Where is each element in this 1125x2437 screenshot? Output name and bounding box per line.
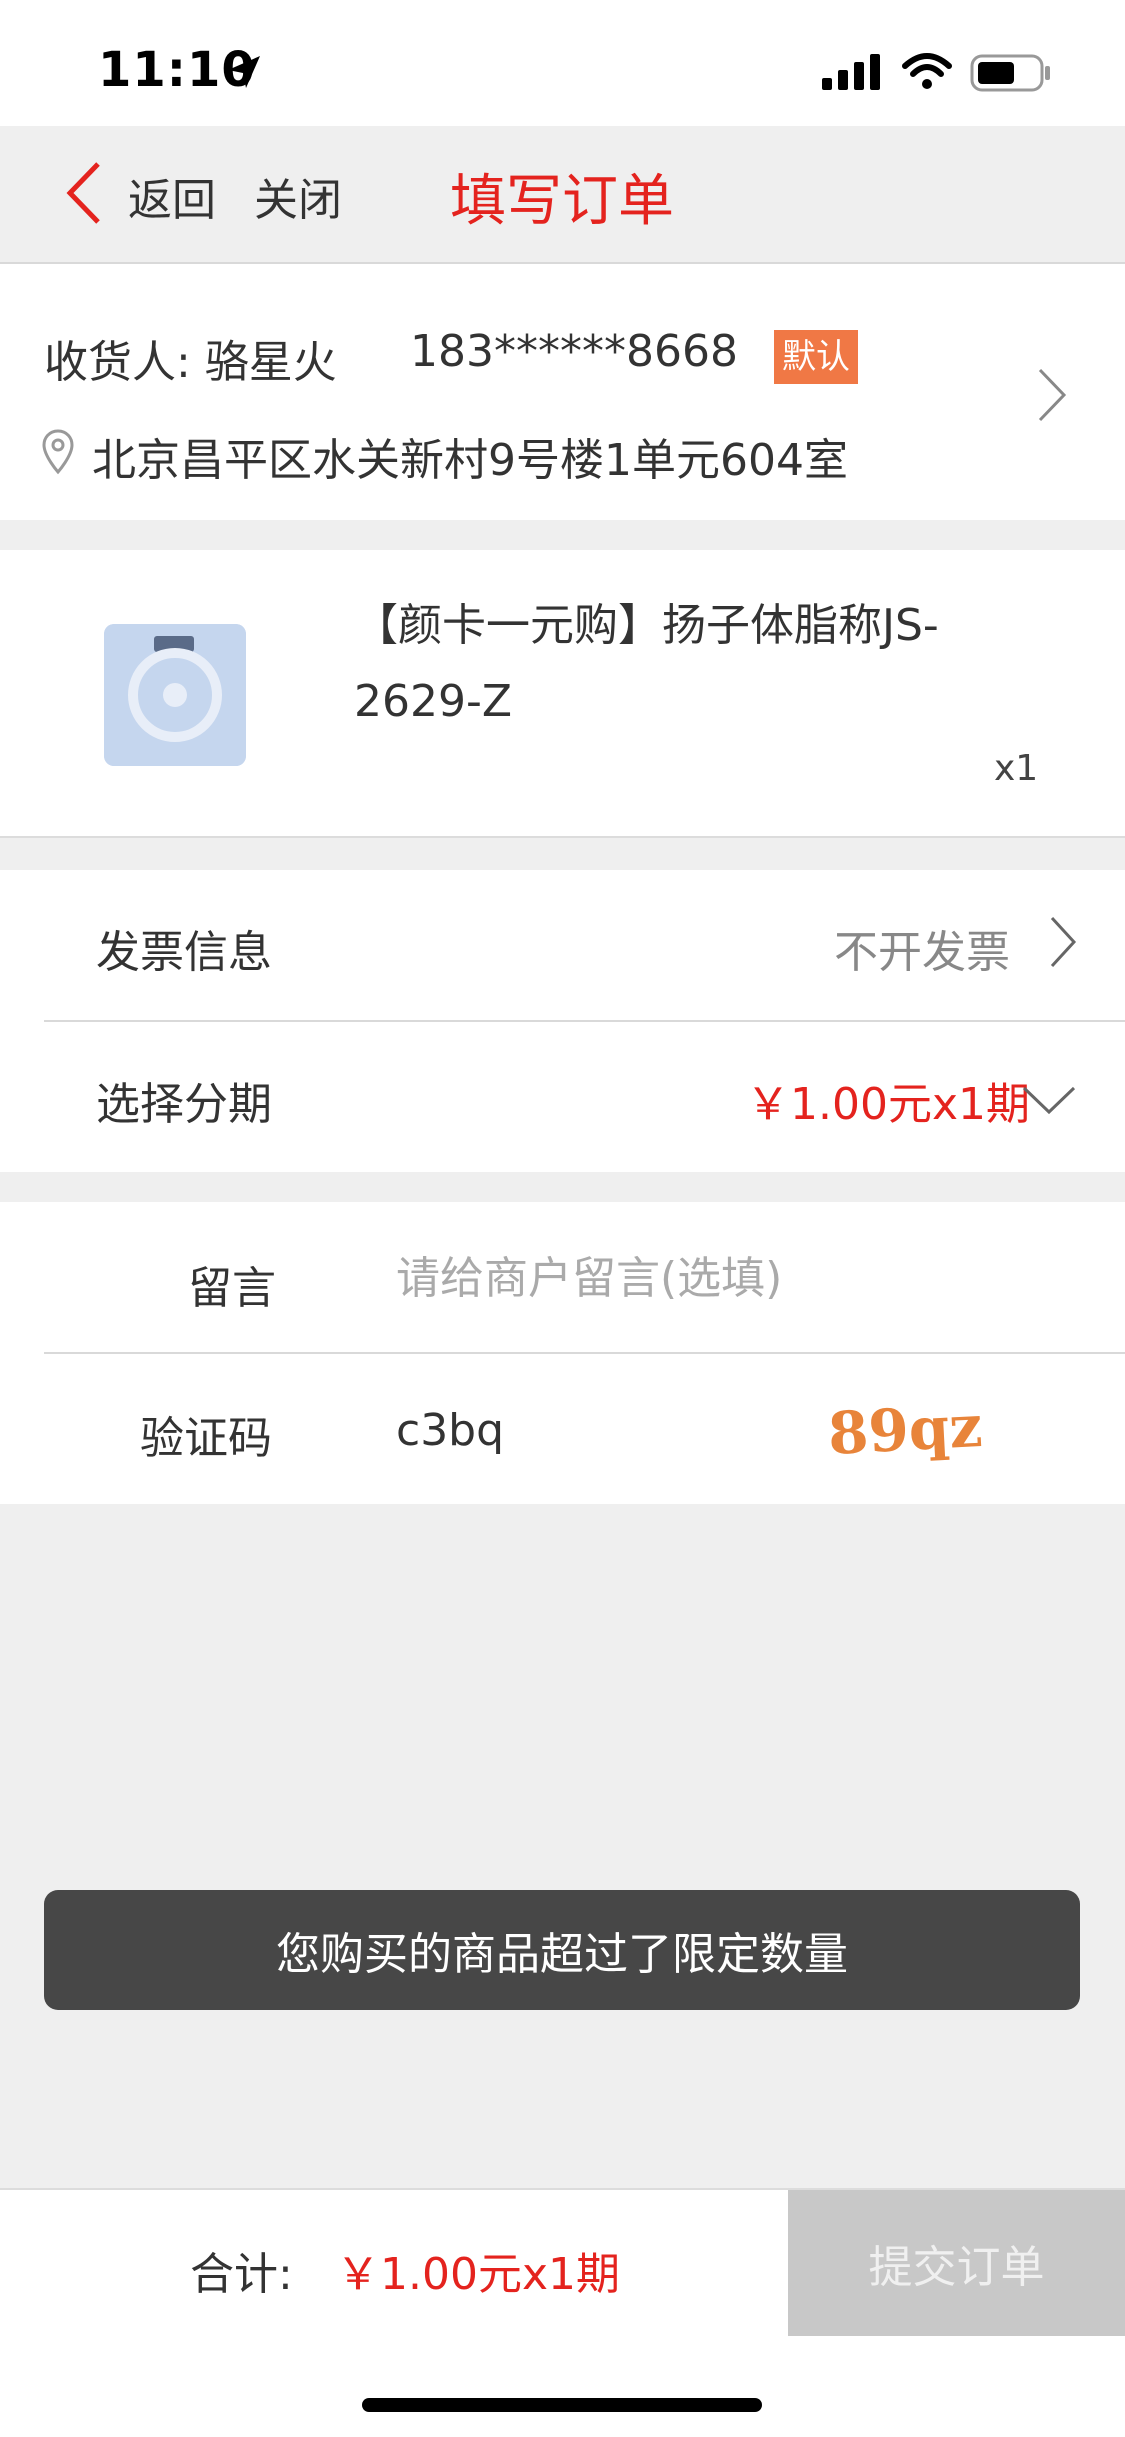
location-arrow-icon	[228, 56, 260, 88]
message-label: 留言	[188, 1263, 276, 1314]
receiver-phone: 183******8668	[410, 326, 738, 377]
divider	[44, 1352, 1125, 1354]
chevron-left-icon[interactable]	[64, 160, 104, 226]
installment-value[interactable]: ￥1.00元x1期	[746, 1068, 1030, 1132]
chevron-right-icon[interactable]	[1048, 914, 1078, 970]
receiver-name: 收货人: 骆星火	[44, 337, 337, 388]
close-button[interactable]: 关闭	[254, 164, 342, 228]
product-quantity: x1	[994, 748, 1039, 789]
message-input[interactable]	[396, 1246, 1076, 1310]
captcha-image[interactable]: 89qz	[820, 1382, 990, 1478]
installment-label: 选择分期	[96, 1079, 272, 1130]
signal-icon	[822, 54, 880, 90]
page-title: 填写订单	[450, 169, 674, 234]
location-pin-icon	[42, 429, 74, 475]
battery-icon	[970, 54, 1050, 92]
product-name: 【颜卡一元购】扬子体脂称JS-2629-Z	[354, 600, 939, 727]
captcha-image-text: 89qz	[826, 1392, 984, 1468]
total-label: 合计:	[190, 2249, 293, 2300]
chevron-down-icon[interactable]	[1020, 1084, 1078, 1116]
toast-message: 您购买的商品超过了限定数量	[44, 1890, 1080, 2010]
home-indicator[interactable]	[362, 2398, 762, 2412]
submit-order-button[interactable]: 提交订单	[788, 2190, 1125, 2336]
invoice-value[interactable]: 不开发票	[834, 916, 1010, 980]
product-thumbnail	[104, 624, 246, 766]
invoice-label: 发票信息	[96, 927, 272, 978]
back-button[interactable]: 返回	[128, 164, 216, 228]
wifi-icon	[902, 53, 952, 89]
chevron-right-icon[interactable]	[1036, 366, 1068, 424]
default-badge: 默认	[774, 330, 858, 384]
total-value: ￥1.00元x1期	[336, 2249, 621, 2300]
address-detail: 北京昌平区水关新村9号楼1单元604室	[92, 435, 848, 486]
divider	[44, 1020, 1125, 1022]
captcha-label: 验证码	[140, 1413, 272, 1464]
captcha-input[interactable]	[396, 1398, 696, 1462]
